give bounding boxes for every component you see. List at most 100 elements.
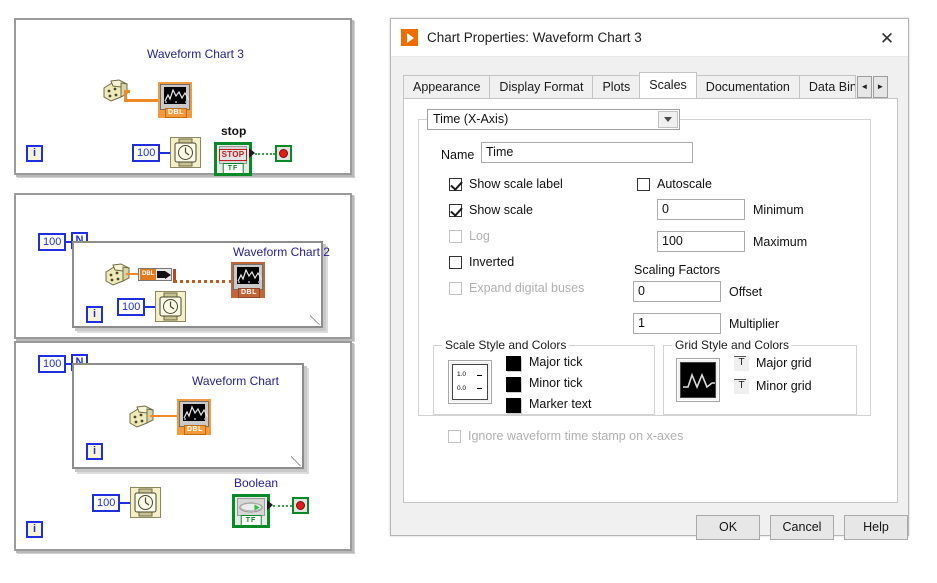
marker-text-color-chip[interactable] xyxy=(506,398,521,413)
labview-logo-icon xyxy=(401,29,418,46)
wait-constant-100-p3[interactable]: 100 xyxy=(92,494,121,512)
chart-terminal-type-label-p3: DBL xyxy=(184,425,206,435)
boolean-indicator-led[interactable] xyxy=(292,497,309,514)
tab-page-scales: Time (X-Axis) Name Time Show scale label… xyxy=(403,98,898,503)
grid-style-preview-button[interactable] xyxy=(676,358,720,402)
chart-terminal-type-label-p2: DBL xyxy=(238,288,260,298)
tab-appearance[interactable]: Appearance xyxy=(403,75,491,98)
chart-label-waveform-chart-2: Waveform Chart 2 xyxy=(233,245,330,259)
tab-next-arrow-icon[interactable]: ► xyxy=(872,76,888,98)
axis-selector-dropdown[interactable]: Time (X-Axis) xyxy=(427,109,680,130)
offset-input[interactable]: 0 xyxy=(633,281,721,302)
tab-prev-arrow-icon[interactable]: ◄ xyxy=(856,76,872,98)
maximum-input[interactable]: 100 xyxy=(657,231,745,252)
scale-preview-bottom-value: 0.0 xyxy=(457,385,467,392)
stop-button-face: STOP xyxy=(218,146,248,164)
wait-constant-100-p2[interactable]: 100 xyxy=(117,298,146,316)
wait-ms-icon[interactable] xyxy=(170,137,201,168)
tab-display-format[interactable]: Display Format xyxy=(489,75,594,98)
wire-random-to-chart-p3 xyxy=(150,415,178,417)
axis-settings-group: Time (X-Axis) Name Time Show scale label… xyxy=(418,109,871,416)
tab-plots[interactable]: Plots xyxy=(592,75,641,98)
label-scaling-factors: Scaling Factors xyxy=(634,263,721,277)
iteration-terminal-panel-1[interactable]: i xyxy=(26,145,43,162)
scale-preview-bottom-tick xyxy=(477,388,482,389)
chart-terminal-screen-p3 xyxy=(183,404,208,421)
chart-terminal-screen-p2 xyxy=(237,267,262,284)
stop-label: stop xyxy=(221,124,247,138)
auto-index-tunnel-icon[interactable]: DBL xyxy=(138,268,172,281)
checkbox-show-scale[interactable] xyxy=(449,204,462,217)
tab-documentation[interactable]: Documentation xyxy=(695,75,800,98)
wire-constant-to-wait-p2 xyxy=(145,306,155,308)
chart-label-waveform-chart-3: Waveform Chart 3 xyxy=(147,47,244,61)
iteration-terminal-p3-outer[interactable]: i xyxy=(26,521,43,538)
boolean-label: Boolean xyxy=(234,476,279,490)
loop-stop-condition-terminal[interactable] xyxy=(275,145,292,162)
checkbox-inverted[interactable] xyxy=(449,256,462,269)
wait-constant-100[interactable]: 100 xyxy=(132,144,161,162)
multiplier-input[interactable]: 1 xyxy=(633,313,721,334)
checkbox-autoscale[interactable] xyxy=(637,178,650,191)
block-diagram-panel-3: 100 N Waveform Chart DBL i 100 Boolean T… xyxy=(14,341,352,551)
stop-button-text: STOP xyxy=(218,149,248,161)
chevron-down-icon[interactable] xyxy=(658,111,678,128)
scale-preview-top-tick xyxy=(477,375,482,376)
wait-ms-icon-p3[interactable] xyxy=(130,487,161,518)
major-grid-style-button[interactable]: T xyxy=(734,356,749,371)
chart-terminal-type-label: DBL xyxy=(165,108,187,118)
waveform-chart-terminal[interactable]: DBL xyxy=(177,399,211,435)
wire-constant-to-wait xyxy=(160,152,170,154)
boolean-tf-label: TF xyxy=(240,515,262,526)
boolean-control-p3[interactable]: TF xyxy=(232,494,270,528)
stop-boolean-control[interactable]: STOP TF xyxy=(214,142,252,176)
chart-terminal-body xyxy=(160,84,190,110)
help-button[interactable]: Help xyxy=(844,515,908,540)
loop-count-constant-100-p3[interactable]: 100 xyxy=(38,355,67,373)
grid-style-legend: Grid Style and Colors xyxy=(672,338,793,352)
wire-tunnel-to-chart-p2 xyxy=(173,280,233,283)
for-loop-frame-p2: Waveform Chart 2 DBL DBL 100 i xyxy=(72,241,330,328)
block-diagram-panel-1: Waveform Chart 3 DBL 100 stop STOP TF i xyxy=(14,18,352,176)
tab-data-bin[interactable]: Data Bin xyxy=(798,75,856,98)
label-show-scale: Show scale xyxy=(469,203,533,217)
loop-count-constant-100-p2[interactable]: 100 xyxy=(38,233,67,251)
scale-style-legend: Scale Style and Colors xyxy=(442,338,570,352)
checkbox-log[interactable] xyxy=(449,230,462,243)
tab-nav-group: ◄ ► xyxy=(856,76,888,98)
label-autoscale: Autoscale xyxy=(657,177,712,191)
random-number-icon-p2[interactable] xyxy=(104,263,132,287)
waveform-chart-3-terminal[interactable]: DBL xyxy=(158,82,192,118)
major-tick-color-chip[interactable] xyxy=(506,356,521,371)
chart-label-waveform-chart: Waveform Chart xyxy=(192,374,279,388)
close-icon[interactable]: ✕ xyxy=(872,24,902,52)
random-number-icon-p3[interactable] xyxy=(128,405,156,429)
iteration-terminal-p3-inner[interactable]: i xyxy=(86,443,103,460)
tab-scales[interactable]: Scales xyxy=(639,72,697,98)
dialog-body: Appearance Display Format Plots Scales D… xyxy=(391,57,908,540)
label-major-tick: Major tick xyxy=(529,355,583,369)
scale-style-preview: 1.0 0.0 xyxy=(452,364,488,400)
wire-stop-to-loop-condition xyxy=(255,153,275,155)
ok-button[interactable]: OK xyxy=(696,515,760,540)
scale-style-preview-button[interactable]: 1.0 0.0 xyxy=(448,360,492,404)
minor-tick-color-chip[interactable] xyxy=(506,377,521,392)
checkbox-expand-digital-buses[interactable] xyxy=(449,282,462,295)
cancel-button[interactable]: Cancel xyxy=(770,515,834,540)
wire-random-to-chart-seg3 xyxy=(124,99,160,102)
chart-properties-dialog: Chart Properties: Waveform Chart 3 ✕ App… xyxy=(390,18,909,540)
wait-ms-icon-p2[interactable] xyxy=(155,291,186,322)
minor-grid-style-button[interactable]: T xyxy=(734,379,749,394)
waveform-chart-2-terminal[interactable]: DBL xyxy=(231,262,265,298)
checkbox-ignore-waveform-timestamp[interactable] xyxy=(448,430,461,443)
minimum-input[interactable]: 0 xyxy=(657,199,745,220)
grid-style-group: Grid Style and Colors T Major grid T Min xyxy=(663,338,857,415)
screenshot-root: Waveform Chart 3 DBL 100 stop STOP TF i … xyxy=(0,0,937,583)
iteration-terminal-p2[interactable]: i xyxy=(86,306,103,323)
dialog-titlebar: Chart Properties: Waveform Chart 3 ✕ xyxy=(391,19,908,57)
name-input[interactable]: Time xyxy=(481,142,693,163)
name-label: Name xyxy=(441,148,475,162)
chart-terminal-body-p3 xyxy=(179,401,209,427)
checkbox-show-scale-label[interactable] xyxy=(449,178,462,191)
chart-terminal-screen xyxy=(164,87,189,104)
